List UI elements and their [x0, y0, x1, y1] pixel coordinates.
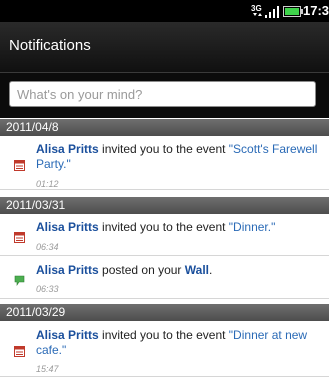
page-title: Notifications [9, 37, 91, 54]
notification-item[interactable]: Alisa Pritts invited you to the event "D… [0, 321, 329, 377]
notification-action: invited you to the event [98, 220, 229, 234]
battery-icon [283, 6, 303, 17]
notification-time: 06:34 [36, 242, 59, 252]
notification-wall-link[interactable]: Wall [185, 263, 209, 277]
date-header: 2011/03/31 [0, 197, 329, 214]
wall-post-icon [14, 275, 25, 286]
status-time: 17:39 [303, 3, 329, 18]
title-bar: Notifications [0, 22, 329, 73]
notification-text: Alisa Pritts posted on your Wall. [36, 263, 321, 278]
compose-area: What's on your mind? [0, 73, 329, 118]
network-3g-icon: 3G [251, 4, 262, 16]
date-header: 2011/04/8 [0, 119, 329, 136]
notification-action: invited you to the event [98, 142, 229, 156]
notification-item[interactable]: Alisa Pritts invited you to the event "D… [0, 214, 329, 256]
signal-strength-icon [265, 6, 279, 18]
notification-text: Alisa Pritts invited you to the event "S… [36, 142, 321, 172]
notification-time: 15:47 [36, 364, 59, 374]
date-header: 2011/03/29 [0, 304, 329, 321]
calendar-icon [14, 232, 25, 243]
notification-user-link[interactable]: Alisa Pritts [36, 263, 99, 277]
notification-text: Alisa Pritts invited you to the event "D… [36, 220, 321, 235]
notification-time: 01:12 [36, 179, 59, 189]
notification-action: invited you to the event [98, 328, 229, 342]
notification-user-link[interactable]: Alisa Pritts [36, 142, 99, 156]
calendar-icon [14, 160, 25, 171]
notification-time: 06:33 [36, 284, 59, 294]
notification-event-link[interactable]: "Dinner." [229, 220, 276, 234]
notification-item[interactable]: Alisa Pritts invited you to the event "S… [0, 136, 329, 190]
notification-text: Alisa Pritts invited you to the event "D… [36, 328, 321, 358]
calendar-icon [14, 346, 25, 357]
notification-action: posted on your [98, 263, 185, 277]
status-bar: 3G 17:39 [0, 0, 329, 22]
notification-user-link[interactable]: Alisa Pritts [36, 328, 99, 342]
status-update-input[interactable]: What's on your mind? [9, 81, 316, 107]
svg-text:3G: 3G [251, 4, 262, 13]
notification-item[interactable]: Alisa Pritts posted on your Wall. 06:33 [0, 256, 329, 299]
notification-suffix: . [209, 263, 213, 277]
status-update-placeholder: What's on your mind? [17, 87, 143, 102]
notification-user-link[interactable]: Alisa Pritts [36, 220, 99, 234]
